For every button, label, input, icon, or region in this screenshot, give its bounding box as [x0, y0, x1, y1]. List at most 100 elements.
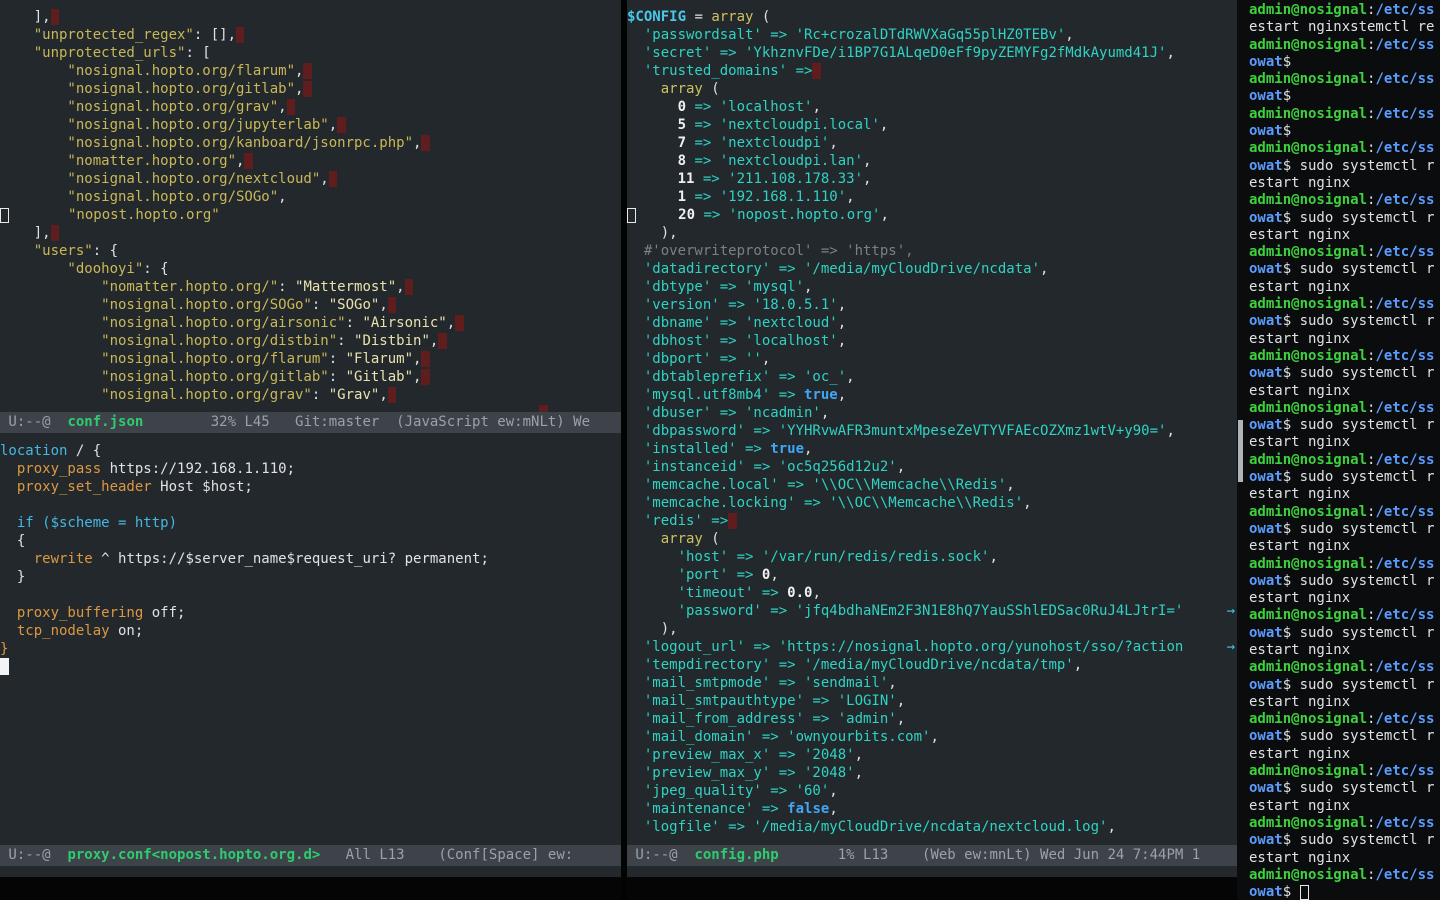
code-token: 8: [678, 153, 686, 169]
code-token: 'passwordsalt' => 'Rc+crozalDTdRWVXaGq55…: [644, 27, 1065, 43]
code-line: owat$ sudo systemctl r: [1249, 780, 1440, 797]
code-token: ,: [1166, 423, 1174, 439]
editor-window-config-php[interactable]: $CONFIG = array ( 'passwordsalt' => 'Rc+…: [627, 0, 1237, 853]
prompt-user-host: admin@nosignal: [1249, 556, 1367, 572]
code-line: owat$ sudo systemctl r: [1249, 365, 1440, 382]
code-token: ,: [320, 171, 328, 187]
code-token: array: [661, 81, 703, 97]
code-token: "nosignal.hopto.org/airsonic": [0, 315, 346, 331]
code-token: :: [312, 387, 329, 403]
code-line: estart nginx: [1249, 331, 1440, 348]
code-line: admin@nosignal:/etc/ss: [1249, 106, 1440, 123]
code-token: [627, 585, 678, 601]
cursor-hollow: [0, 208, 9, 223]
code-line: 'mail_from_address' => 'admin',: [627, 710, 1237, 728]
code-token: [627, 531, 661, 547]
code-token: [627, 495, 644, 511]
code-token: 32% L45 Git:master (JavaScript ew:mNLt) …: [143, 414, 590, 430]
code-token: proxy_buffering: [17, 605, 143, 621]
code-token: $: [1283, 123, 1291, 139]
trailing-whitespace-marker: [287, 99, 295, 115]
code-line: proxy_buffering off;: [0, 604, 621, 622]
code-token: off;: [143, 605, 185, 621]
code-token: on;: [110, 623, 144, 639]
code-token: [627, 387, 644, 403]
code-token: ,: [829, 801, 837, 817]
code-line: admin@nosignal:/etc/ss: [1249, 140, 1440, 157]
emacs-pane-middle[interactable]: $CONFIG = array ( 'passwordsalt' => 'Rc+…: [627, 0, 1237, 900]
editor-window-proxy-conf[interactable]: location / { proxy_pass https://192.168.…: [0, 433, 621, 854]
code-line: admin@nosignal:/etc/ss: [1249, 244, 1440, 261]
code-line: 'jpeg_quality' => '60',: [627, 782, 1237, 800]
code-token: [627, 117, 678, 133]
code-token: ,: [804, 441, 812, 457]
code-line: ],: [0, 224, 621, 242]
code-line: 'installed' => true,: [627, 440, 1237, 458]
code-token: [627, 675, 644, 691]
code-token: 'dbhost' => 'localhost': [644, 333, 838, 349]
code-token: $ sudo systemctl r: [1283, 728, 1435, 744]
code-line: 'passwordsalt' => 'Rc+crozalDTdRWVXaGq55…: [627, 26, 1237, 44]
code-token: [627, 765, 644, 781]
trailing-whitespace-marker: [303, 63, 311, 79]
modeline-config-php: U:--@ config.php 1% L13 (Web ew:mnLt) We…: [627, 845, 1237, 866]
code-line: [0, 658, 621, 676]
trailing-whitespace-marker: [405, 279, 413, 295]
scrollbar-thumb[interactable]: [1238, 420, 1243, 482]
code-token: 20: [678, 207, 695, 223]
code-token: => 'localhost': [686, 99, 812, 115]
code-token: 'trusted_domains' =>: [644, 63, 813, 79]
code-token: 7: [678, 135, 686, 151]
code-line: 'datadirectory' => '/media/myCloudDrive/…: [627, 260, 1237, 278]
code-line: 'host' => '/var/run/redis/redis.sock',: [627, 548, 1237, 566]
prompt-user-host: admin@nosignal: [1249, 659, 1367, 675]
code-line: "nosignal.hopto.org/flarum",: [0, 62, 621, 80]
code-line: estart nginx: [1249, 175, 1440, 192]
code-token: {: [0, 533, 25, 549]
code-line: location / {: [0, 442, 621, 460]
code-token: 'memcache.locking' => '\\OC\\Memcache\\R…: [644, 495, 1023, 511]
code-line: owat$: [1249, 88, 1440, 105]
code-token: 'dbtype' => 'mysql': [644, 279, 804, 295]
code-line: 8 => 'nextcloudpi.lan',: [627, 152, 1237, 170]
code-line: }: [0, 568, 621, 586]
code-line: owat$ sudo systemctl r: [1249, 313, 1440, 330]
code-line: owat$: [1249, 54, 1440, 71]
code-line: $CONFIG = array (: [627, 8, 1237, 26]
code-token: U:--@: [0, 847, 67, 863]
prompt-path: owat: [1249, 625, 1283, 641]
code-line: admin@nosignal:/etc/ss: [1249, 711, 1440, 728]
code-token: [0, 479, 17, 495]
code-line: "users": {: [0, 242, 621, 260]
code-line: "unprotected_regex": [],: [0, 26, 621, 44]
trailing-whitespace-marker: [244, 153, 252, 169]
code-token: 'maintenance' =>: [644, 801, 787, 817]
terminal-pane[interactable]: admin@nosignal:/etc/ssestart nginxstemct…: [1237, 0, 1440, 900]
code-token: ,: [846, 189, 854, 205]
code-token: $ sudo systemctl r: [1283, 158, 1435, 174]
code-token: estart nginx: [1249, 175, 1350, 191]
code-line: 20 => 'nopost.hopto.org',: [627, 206, 1237, 224]
prompt-user-host: admin@nosignal: [1249, 452, 1367, 468]
prompt-path: owat: [1249, 573, 1283, 589]
code-line: admin@nosignal:/etc/ss: [1249, 400, 1440, 417]
code-token: tcp_nodelay: [17, 623, 110, 639]
code-token: $ sudo systemctl r: [1283, 313, 1435, 329]
editor-window-conf-json[interactable]: ], "unprotected_regex": [], "unprotected…: [0, 0, 621, 420]
code-token: 'dbpassword' => 'YYHRvwAFR3muntxMpeseZeV…: [644, 423, 1167, 439]
prompt-path: /etc/ss: [1375, 504, 1434, 520]
code-token: ],: [0, 9, 51, 25]
code-line: {: [0, 532, 621, 550]
code-token: "unprotected_urls": [0, 45, 185, 61]
code-token: "Distbin": [354, 333, 430, 349]
emacs-pane-left[interactable]: ], "unprotected_regex": [], "unprotected…: [0, 0, 621, 900]
prompt-path: /etc/ss: [1375, 192, 1434, 208]
code-line: "nosignal.hopto.org/kanboard/jsonrpc.php…: [0, 134, 621, 152]
code-token: Host $host;: [152, 479, 253, 495]
prompt-path: /etc/ss: [1375, 140, 1434, 156]
code-token: estart nginx: [1249, 279, 1350, 295]
code-token: : {: [143, 261, 168, 277]
code-token: "nosignal.hopto.org/grav": [0, 99, 278, 115]
code-token: [636, 207, 678, 223]
code-line: owat$ sudo systemctl r: [1249, 521, 1440, 538]
